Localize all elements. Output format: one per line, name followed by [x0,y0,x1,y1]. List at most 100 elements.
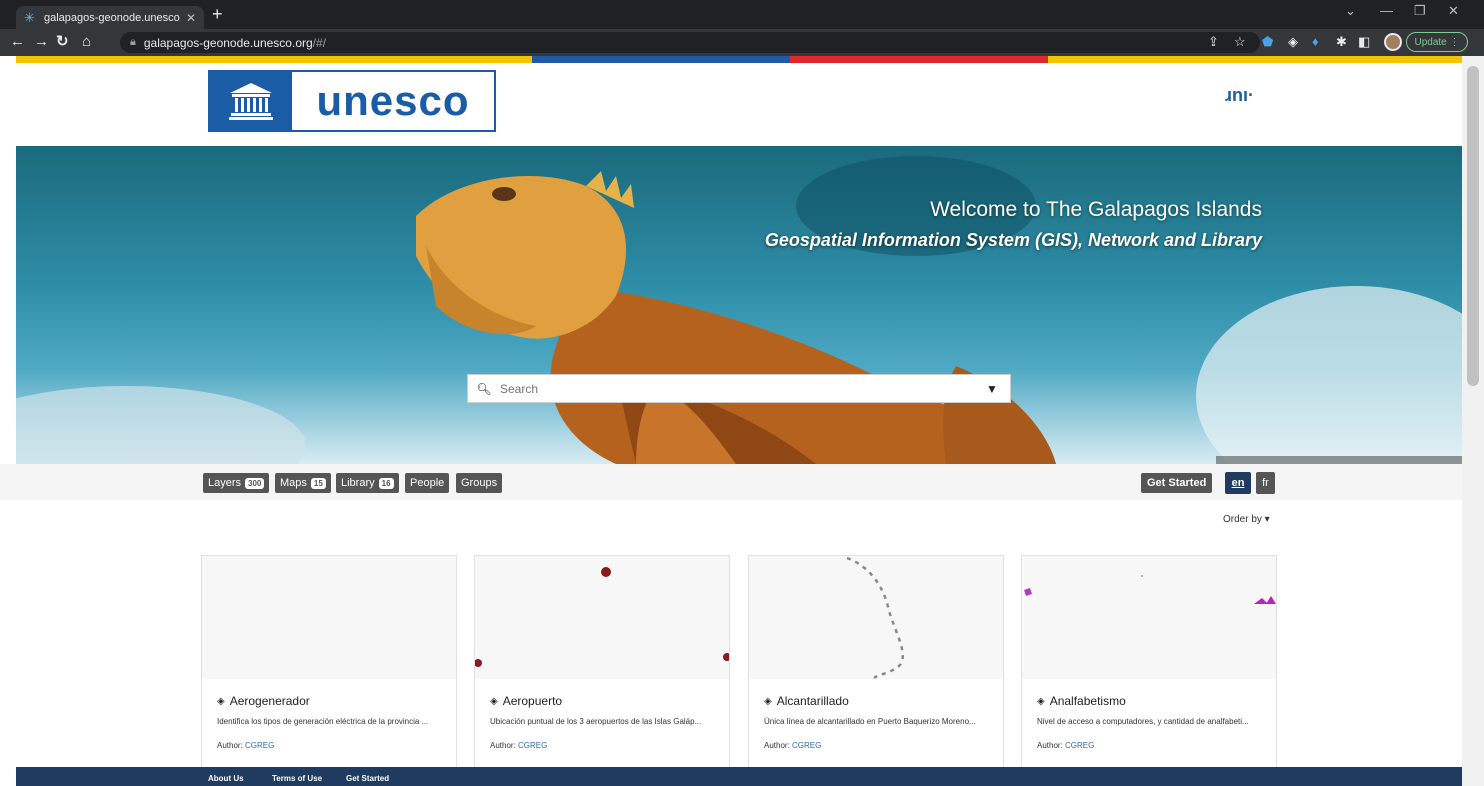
update-button[interactable]: Update ⋮ [1406,32,1468,52]
header-stripe-red [790,56,1048,63]
resource-card[interactable]: ◈ Aeropuerto Ubicación puntual de los 3 a… [474,555,731,770]
share-icon[interactable]: ⇪ [1208,34,1219,50]
count-badge: 15 [310,477,326,489]
resource-card[interactable]: ◈ Aerogenerador Identifica los tipos de g… [201,555,457,770]
author-label: Author: [1037,741,1063,750]
extension-icon[interactable]: ♦ [1312,34,1319,49]
side-panel-icon[interactable]: ◧ [1358,34,1370,50]
puzzle-extensions-icon[interactable]: ✱ [1336,34,1347,50]
scrollbar-thumb[interactable] [1467,66,1479,386]
footer-terms-link[interactable]: Terms of Use [272,774,322,783]
author-link[interactable]: CGREG [792,741,821,750]
extension-icon[interactable]: ◈ [1288,34,1298,50]
tab-label: Library [341,477,375,489]
lang-en-button[interactable]: en [1225,472,1251,494]
card-thumbnail [1022,556,1276,679]
profile-avatar[interactable] [1384,33,1402,51]
card-title[interactable]: Analfabetismo [1050,694,1126,708]
url-path: /#/ [312,35,327,50]
hero-banner: Welcome to The Galapagos Islands Geospat… [16,146,1462,464]
url-host: galapagos-geonode.unesco.org [143,35,313,50]
address-bar[interactable]: 🔒︎ galapagos-geonode.unesco.org/#/ [120,32,1260,53]
search-input[interactable] [500,375,974,402]
new-tab-button[interactable]: + [212,4,223,24]
browser-tab-bar: ✳ galapagos-geonode.unesco.org ✕ + ⌄ — ❐… [0,0,1484,29]
author-link[interactable]: CGREG [518,741,547,750]
restore-icon[interactable]: ❐ [1414,3,1426,19]
page-scrollbar[interactable] [1462,56,1484,786]
author-label: Author: [490,741,516,750]
unesco-temple-icon [210,72,292,130]
tab-library[interactable]: Library 16 [336,473,399,493]
back-icon[interactable]: ← [10,32,25,52]
tab-close-icon[interactable]: ✕ [186,11,196,25]
reload-icon[interactable]: ↻ [56,32,69,52]
lock-icon: 🔒︎ [130,36,136,48]
tab-groups[interactable]: Groups [456,473,503,493]
layers-icon: ◈ [490,695,498,707]
header-stripe-yellow [1048,56,1462,63]
unesco-logo[interactable]: unesco [208,70,496,132]
resource-card[interactable]: ◈ Analfabetismo Nivel de acceso a computa… [1021,555,1277,770]
update-label: Update [1414,36,1447,48]
author-label: Author: [217,741,243,750]
hero-title: Welcome to The Galapagos Islands [930,198,1262,221]
lang-fr-button[interactable]: fr [1256,472,1275,494]
card-thumbnail [202,556,456,679]
card-description: Ubicación puntual de los 3 aeropuertos d… [490,717,702,726]
tab-title: galapagos-geonode.unesco.org [44,11,180,24]
extension-icon[interactable]: ⬟ [1262,34,1273,50]
iguana-image [16,156,1462,464]
card-title[interactable]: Alcantarillado [777,694,849,708]
tab-search-icon[interactable]: ⌄ [1345,3,1356,19]
tab-people[interactable]: People [405,473,450,493]
search-bar: 🔍︎ ▼ [467,374,1011,403]
author-label: Author: [764,741,790,750]
home-icon[interactable]: ⌂ [82,32,91,52]
layers-icon: ◈ [217,695,225,707]
card-title[interactable]: Aerogenerador [230,694,310,708]
search-icon[interactable]: 🔍︎ [468,382,500,396]
bookmark-star-icon[interactable]: ☆ [1234,34,1246,50]
order-by-dropdown[interactable]: Order by ▾ [1223,514,1270,525]
site-favicon-icon: ✳ [24,9,35,25]
layers-icon: ◈ [764,695,772,707]
count-badge: 16 [378,477,394,489]
tab-label: Maps [280,477,307,489]
tab-layers[interactable]: Layers 300 [203,473,270,493]
card-author: Author: CGREG [490,741,547,750]
author-link[interactable]: CGREG [245,741,274,750]
minimize-icon[interactable]: — [1380,3,1393,18]
partner-logo-icon[interactable]: ɹnı· [1225,85,1254,106]
hero-subtitle: Geospatial Information System (GIS), Net… [764,230,1262,250]
count-badge: 300 [245,477,265,489]
logo-wordmark: unesco [316,77,470,124]
tab-label: Layers [208,477,242,489]
close-window-icon[interactable]: ✕ [1448,3,1459,19]
tab-label: People [410,477,445,489]
card-thumbnail [474,556,731,679]
resource-tabs-bar: Layers 300 Maps 15 Library 16 People Gro… [0,464,1462,500]
filter-icon[interactable]: ▼ [974,382,1010,396]
site-footer: About Us Terms of Use Get Started [16,767,1462,786]
card-author: Author: CGREG [764,741,821,750]
resource-card[interactable]: ◈ Alcantarillado Única línea de alcantari… [748,555,1004,770]
tab-label: Groups [461,477,498,489]
footer-about-link[interactable]: About Us [208,774,244,783]
browser-tab[interactable]: ✳ galapagos-geonode.unesco.org ✕ [16,6,204,29]
forward-icon[interactable]: → [34,32,49,52]
get-started-button[interactable]: Get Started [1141,473,1213,493]
site-header: unesco ɹnı· [0,63,1462,146]
header-stripe-yellow [16,56,532,63]
author-link[interactable]: CGREG [1065,741,1094,750]
card-description: Identifica los tipos de generación eléct… [217,717,429,726]
tab-maps[interactable]: Maps 15 [275,473,331,493]
card-author: Author: CGREG [217,741,274,750]
card-author: Author: CGREG [1037,741,1094,750]
card-thumbnail [749,556,1003,680]
browser-toolbar: ← → ↻ ⌂ 🔒︎ galapagos-geonode.unesco.org /… [0,29,1484,56]
card-description: Única línea de alcantarillado en Puerto … [764,717,976,726]
header-stripe-blue [532,56,790,63]
footer-get-started-link[interactable]: Get Started [346,774,389,783]
card-title[interactable]: Aeropuerto [503,694,562,708]
